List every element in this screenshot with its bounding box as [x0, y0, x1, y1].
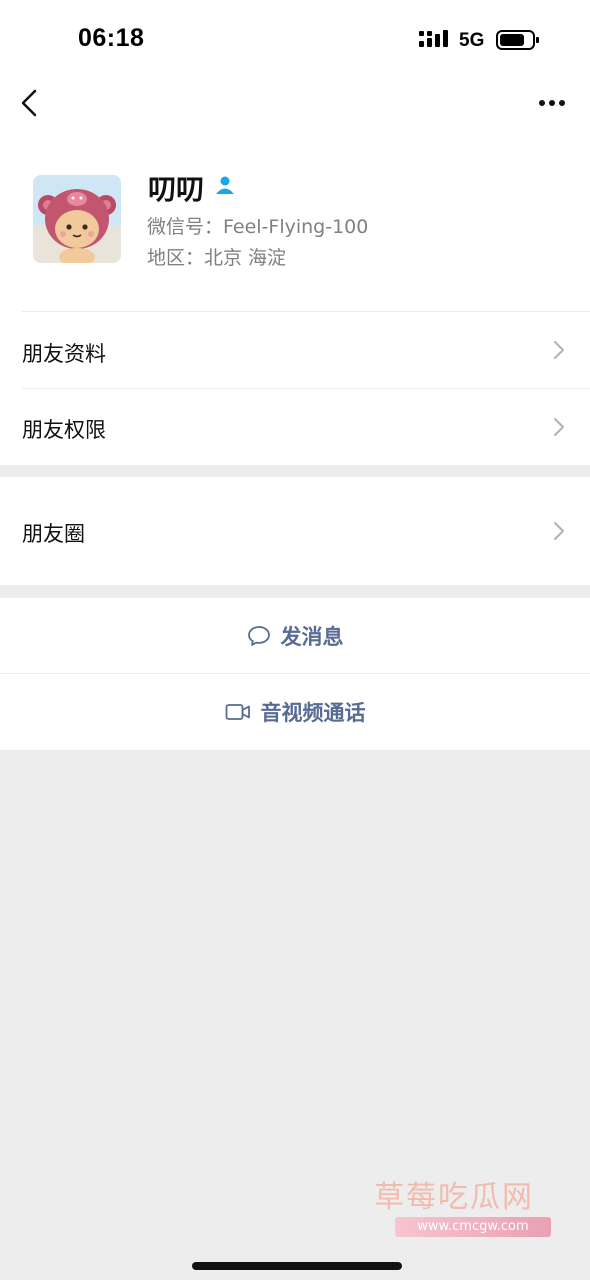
chevron-right-icon: [554, 522, 564, 540]
home-indicator[interactable]: [192, 1262, 402, 1270]
more-options-button[interactable]: [534, 90, 570, 116]
moments-section: 朋友圈: [0, 477, 590, 585]
moments-row[interactable]: 朋友圈: [0, 477, 590, 585]
profile-info-label: 朋友资料: [22, 342, 106, 366]
chevron-right-icon: [554, 341, 564, 359]
permissions-row[interactable]: 朋友权限: [0, 389, 590, 465]
profile-info-row[interactable]: 朋友资料: [0, 312, 590, 388]
watermark-text: 草莓吃瓜网: [374, 1180, 534, 1215]
avatar[interactable]: [33, 175, 121, 263]
chevron-right-icon: [554, 418, 564, 436]
send-message-label: 发消息: [280, 625, 344, 649]
permissions-label: 朋友权限: [22, 418, 106, 442]
signal-icon: [419, 30, 448, 47]
wechat-id: 微信号：Feel-Flying-100: [147, 216, 369, 238]
nickname: 叨叨: [148, 173, 205, 206]
bear-avatar-image: [33, 175, 121, 263]
video-call-button[interactable]: 音视频通话: [0, 674, 590, 750]
watermark-url: www.cmcgw.com: [395, 1217, 551, 1237]
moments-label: 朋友圈: [22, 522, 85, 546]
back-button[interactable]: [14, 86, 48, 120]
battery-icon: [496, 30, 539, 50]
region: 地区：北京 海淀: [147, 247, 287, 269]
actions-section: 发消息 音视频通话: [0, 598, 590, 750]
contact-person-icon: [216, 176, 234, 194]
video-camera-icon: [225, 704, 250, 720]
chat-bubble-icon: [247, 626, 270, 646]
video-call-label: 音视频通话: [260, 701, 366, 725]
send-message-button[interactable]: 发消息: [0, 598, 590, 674]
status-time: 06:18: [78, 24, 145, 52]
network-type: 5G: [459, 30, 485, 51]
